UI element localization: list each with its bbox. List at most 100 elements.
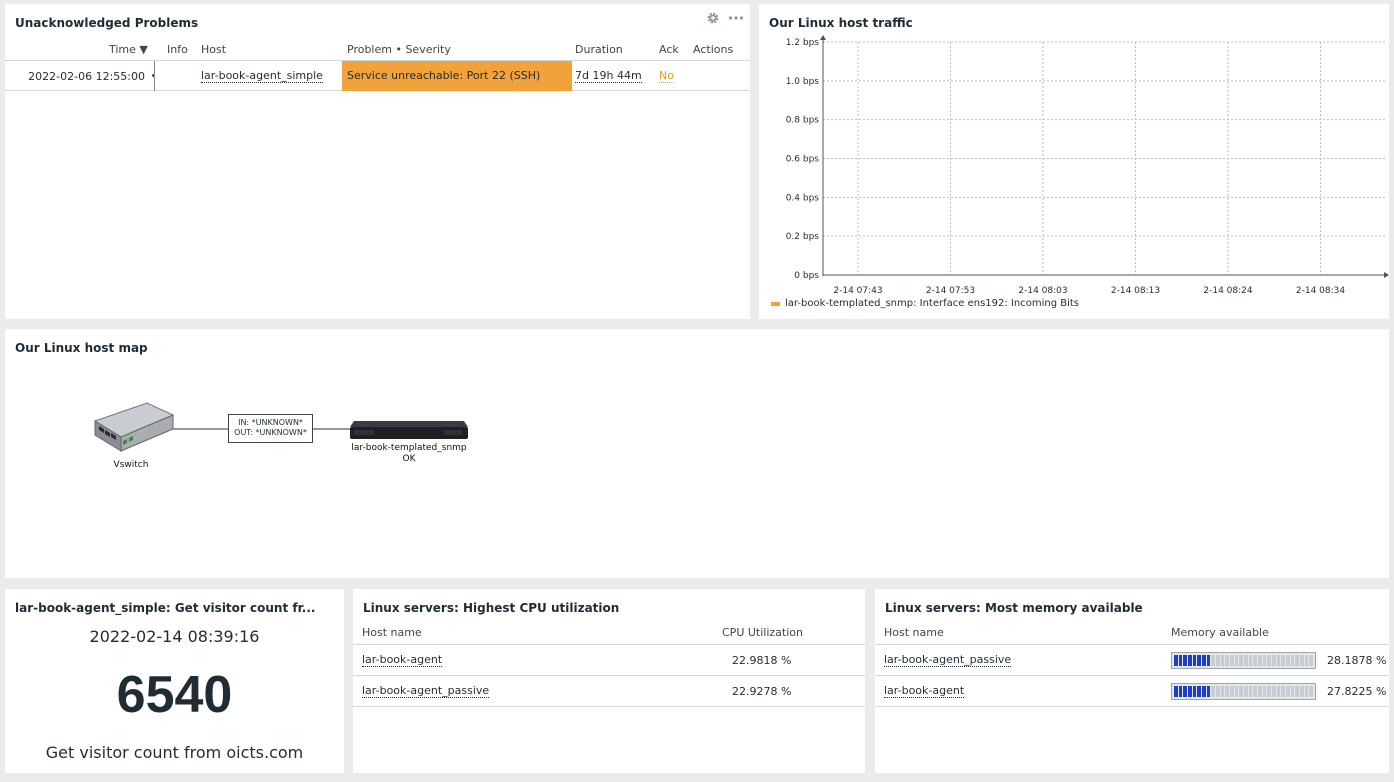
item-timestamp: 2022-02-14 08:39:16 [89, 627, 260, 646]
memory-value: 28.1878 % [1327, 654, 1387, 667]
progress-segment [1253, 655, 1258, 666]
widget-toolbar [706, 11, 744, 25]
memory-progress-bar [1171, 652, 1316, 669]
y-tick-label: 1.2 bps [786, 38, 820, 48]
table-row: lar-book-agent 27.8225 % [875, 676, 1389, 707]
x-tick-label: 2-14 07:53 [926, 286, 975, 296]
column-info: Info [167, 43, 188, 56]
widget-title: Unacknowledged Problems [15, 16, 199, 30]
y-tick-label: 0.8 bps [786, 116, 820, 126]
map-node-label: lar-book-templated_snmp [351, 443, 467, 453]
column-problem: Problem • Severity [347, 43, 451, 56]
table-header: Host name CPU Utilization [353, 623, 865, 645]
item-value: 6540 [116, 666, 233, 724]
progress-segment [1300, 655, 1304, 666]
progress-segment [1188, 655, 1192, 666]
column-time[interactable]: Time ▼ [109, 43, 148, 56]
column-memory-available: Memory available [1171, 626, 1269, 639]
y-tick-label: 1.0 bps [786, 77, 820, 87]
progress-segment [1281, 655, 1286, 666]
column-host: Host [201, 43, 227, 56]
y-axis-arrow [820, 35, 826, 40]
table-row: 2022-02-06 12:55:00 lar-book-agent_simpl… [5, 61, 750, 91]
progress-segment [1216, 655, 1220, 666]
widget-title: Linux servers: Most memory available [885, 601, 1143, 615]
map-links [170, 428, 355, 430]
progress-segment [1300, 686, 1304, 697]
progress-segment [1267, 655, 1272, 666]
widget-title: Linux servers: Highest CPU utilization [363, 601, 620, 615]
progress-segment [1309, 655, 1314, 666]
y-tick-label: 0 bps [794, 271, 819, 281]
host-link[interactable]: lar-book-agent_passive [884, 654, 1012, 667]
progress-segment [1258, 686, 1262, 697]
item-value-widget: lar-book-agent_simple: Get visitor count… [5, 589, 344, 773]
progress-segment [1197, 686, 1202, 697]
problem-name[interactable]: Service unreachable: Port 22 (SSH) [342, 61, 572, 91]
progress-segment [1276, 686, 1281, 697]
problem-host-link[interactable]: lar-book-agent_simple [201, 70, 323, 83]
gear-icon[interactable] [706, 11, 720, 25]
progress-segment [1272, 655, 1276, 666]
cpu-value: 22.9278 % [732, 685, 792, 698]
map-link-label[interactable]: IN: *UNKNOWN* OUT: *UNKNOWN* [228, 414, 313, 443]
progress-segment [1239, 655, 1244, 666]
progress-segment [1230, 655, 1234, 666]
graph-legend: lar-book-templated_snmp: Interface ens19… [771, 298, 1079, 309]
progress-segment [1230, 686, 1234, 697]
host-link[interactable]: lar-book-agent [362, 654, 443, 667]
host-link[interactable]: lar-book-agent_passive [362, 685, 490, 698]
progress-segment [1174, 655, 1178, 666]
column-host-name: Host name [362, 626, 422, 639]
progress-segment [1304, 655, 1309, 666]
progress-segment [1239, 686, 1244, 697]
problems-widget: Unacknowledged Problems Time ▼ Info Host… [5, 4, 750, 319]
progress-segment [1197, 655, 1202, 666]
table-row: lar-book-agent_passive 22.9278 % [353, 676, 865, 707]
widget-title: Our Linux host traffic [769, 16, 913, 30]
table-header: Time ▼ Info Host Problem • Severity Dura… [5, 38, 750, 61]
progress-segment [1286, 686, 1290, 697]
table-row: lar-book-agent_passive 28.1878 % [875, 645, 1389, 676]
column-actions: Actions [693, 43, 734, 56]
problem-ack-link[interactable]: No [659, 70, 674, 83]
problems-table: Time ▼ Info Host Problem • Severity Dura… [5, 38, 750, 91]
progress-segment [1258, 655, 1262, 666]
progress-segment [1281, 686, 1286, 697]
x-tick-label: 2-14 07:43 [833, 286, 882, 296]
progress-segment [1286, 655, 1290, 666]
progress-segment [1290, 655, 1295, 666]
progress-segment [1183, 655, 1188, 666]
link-out-value: OUT: *UNKNOWN* [234, 428, 307, 437]
host-link[interactable]: lar-book-agent [884, 685, 965, 698]
cpu-top-hosts-widget: Linux servers: Highest CPU utilization H… [353, 589, 865, 773]
x-tick-label: 2-14 08:13 [1111, 286, 1160, 296]
progress-segment [1206, 686, 1211, 697]
progress-segment [1202, 686, 1206, 697]
progress-segment [1262, 686, 1267, 697]
x-tick-label: 2-14 08:03 [1018, 286, 1067, 296]
table-header: Host name Memory available [875, 623, 1389, 645]
progress-segment [1290, 686, 1295, 697]
progress-segment [1295, 655, 1300, 666]
progress-segment [1248, 655, 1253, 666]
legend-label: lar-book-templated_snmp: Interface ens19… [785, 298, 1079, 309]
x-tick-label: 2-14 08:34 [1296, 286, 1345, 296]
progress-segment [1192, 686, 1197, 697]
switch-icon[interactable] [87, 399, 177, 457]
column-duration: Duration [575, 43, 623, 56]
progress-segment [1244, 655, 1248, 666]
more-options-icon[interactable] [728, 15, 744, 21]
progress-segment [1248, 686, 1253, 697]
memory-top-hosts-widget: Linux servers: Most memory available Hos… [875, 589, 1389, 773]
column-host-name: Host name [884, 626, 944, 639]
progress-segment [1202, 655, 1206, 666]
progress-segment [1188, 686, 1192, 697]
progress-segment [1220, 686, 1225, 697]
map-node-status: OK [402, 454, 416, 464]
server-icon[interactable] [348, 417, 470, 441]
progress-segment [1304, 686, 1309, 697]
problem-duration-link[interactable]: 7d 19h 44m [575, 70, 642, 83]
progress-segment [1178, 655, 1183, 666]
memory-progress-bar [1171, 683, 1316, 700]
